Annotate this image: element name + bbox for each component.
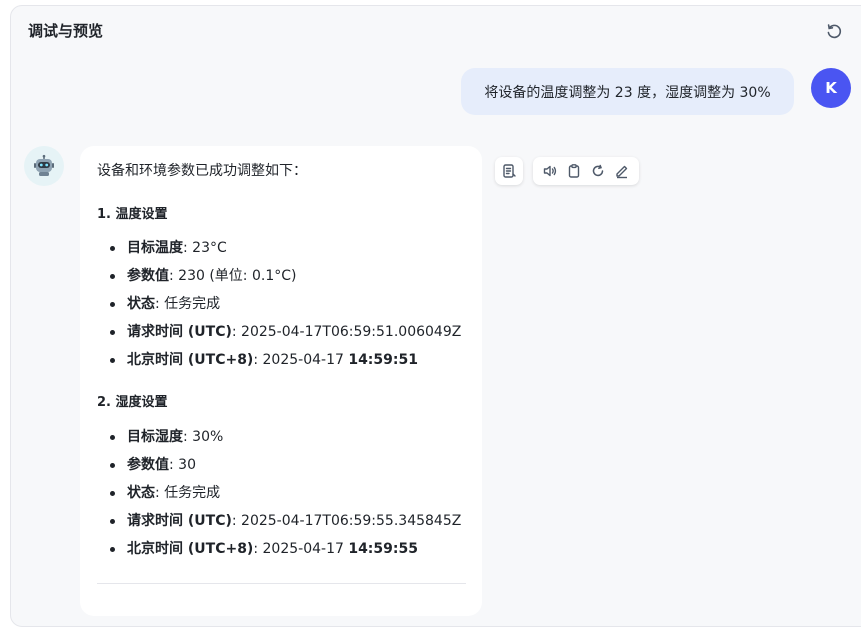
clipboard-icon[interactable] [565,162,583,180]
refresh-icon[interactable] [825,22,843,40]
robot-icon [34,154,54,176]
list-item: 北京时间 (UTC+8): 2025-04-17 14:59:51 [97,350,461,378]
section-heading-temperature: 1. 温度设置 [97,207,168,222]
user-message-bubble: 将设备的温度调整为 23 度，湿度调整为 30% [461,68,794,115]
message-toolbar [533,157,639,185]
bot-avatar [24,146,64,186]
user-avatar: K [811,68,851,108]
bot-message-bubble: 设备和环境参数已成功调整如下： 1. 温度设置 目标温度: 23°C 参数值: … [80,146,482,616]
list-item: 目标湿度: 30% [97,427,461,455]
divider [97,583,466,584]
user-message-text: 将设备的温度调整为 23 度，湿度调整为 30% [484,84,771,101]
humidity-list: 目标湿度: 30% 参数值: 30 状态: 任务完成 请求时间 (UTC): 2… [97,427,461,567]
regenerate-icon[interactable] [589,162,607,180]
list-item: 请求时间 (UTC): 2025-04-17T06:59:51.006049Z [97,322,461,350]
edit-icon[interactable] [613,162,631,180]
list-item: 参数值: 30 [97,455,461,483]
list-item: 请求时间 (UTC): 2025-04-17T06:59:55.345845Z [97,511,461,539]
document-icon [500,162,518,180]
list-item: 状态: 任务完成 [97,483,461,511]
debug-preview-panel: 调试与预览 将设备的温度调整为 23 度，湿度调整为 30% K 设备和环境参数… [10,5,861,627]
list-item: 状态: 任务完成 [97,294,461,322]
list-item: 北京时间 (UTC+8): 2025-04-17 14:59:55 [97,539,461,567]
temperature-list: 目标温度: 23°C 参数值: 230 (单位: 0.1°C) 状态: 任务完成… [97,238,461,378]
list-item: 参数值: 230 (单位: 0.1°C) [97,266,461,294]
list-item: 目标温度: 23°C [97,238,461,266]
speaker-icon[interactable] [541,162,559,180]
document-button[interactable] [495,157,523,185]
section-heading-humidity: 2. 湿度设置 [97,395,168,410]
bot-intro-text: 设备和环境参数已成功调整如下： [97,163,307,179]
panel-title: 调试与预览 [28,22,104,40]
